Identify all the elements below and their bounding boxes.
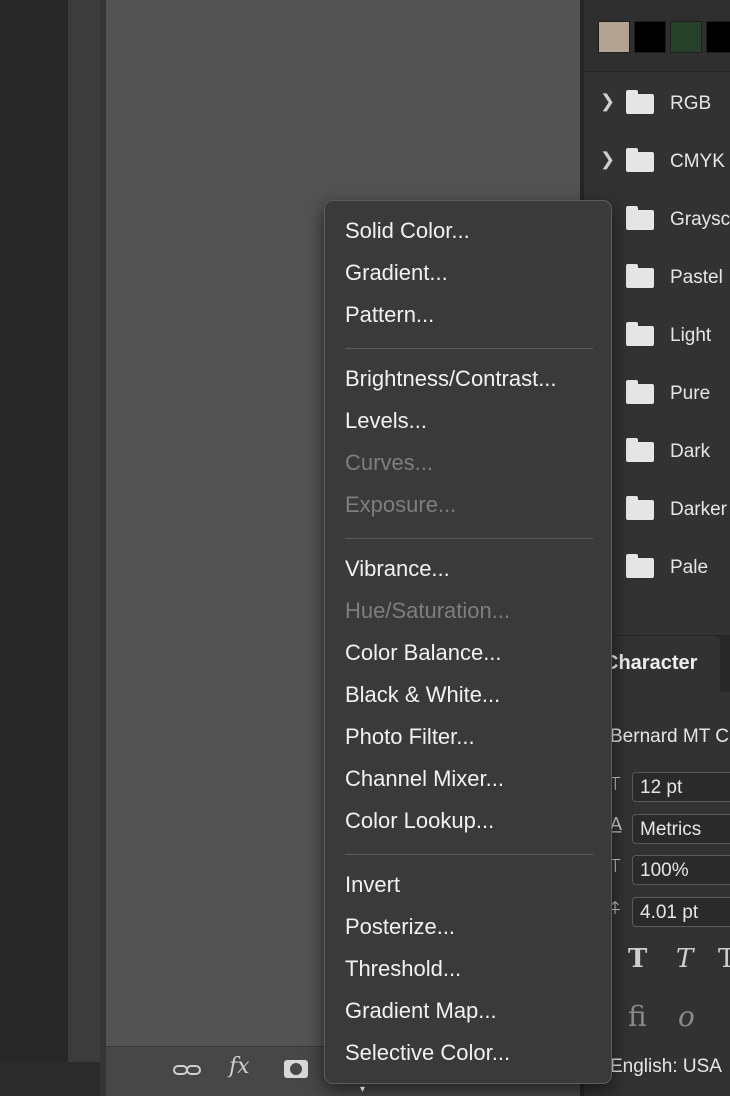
- menu-item: Curves...: [345, 450, 434, 475]
- chevron-right-icon[interactable]: ❯: [600, 91, 615, 112]
- bold-style-button[interactable]: T: [628, 944, 647, 974]
- menu-separator: [345, 854, 593, 855]
- add-mask-icon[interactable]: [284, 1060, 308, 1078]
- swatch-1[interactable]: [598, 21, 630, 53]
- link-layers-icon[interactable]: [172, 1060, 202, 1080]
- tab-character[interactable]: Character: [598, 636, 720, 692]
- adjustment-layer-menu: Solid Color... Gradient... Pattern... Brigh…: [324, 200, 612, 1084]
- swatch-group-label: RGB: [670, 93, 712, 114]
- italic-style-button[interactable]: T: [676, 944, 693, 974]
- left-panel-column: [68, 0, 100, 1062]
- discretionary-ligature-button[interactable]: o: [678, 1000, 695, 1033]
- menu-item: Exposure...: [345, 492, 457, 517]
- menu-item[interactable]: Gradient Map...: [345, 998, 497, 1024]
- swatch-group-label: Pale: [670, 557, 709, 578]
- menu-item[interactable]: Photo Filter...: [345, 724, 475, 750]
- swatch-group-label: Pastel: [670, 267, 723, 288]
- swatch-group-label: Dark: [670, 441, 711, 462]
- allcaps-style-button[interactable]: T: [718, 944, 730, 974]
- menu-item[interactable]: Color Lookup...: [345, 808, 494, 834]
- ligature-button[interactable]: fi: [628, 1000, 647, 1033]
- swatch-group-label: CMYK: [670, 151, 725, 172]
- font-size-field[interactable]: 12 pt: [632, 772, 730, 802]
- folder-icon: [626, 554, 654, 578]
- menu-item[interactable]: Pattern...: [345, 302, 434, 328]
- folder-icon: [626, 322, 654, 346]
- folder-icon: [626, 380, 654, 404]
- menu-item[interactable]: Vibrance...: [345, 556, 450, 582]
- swatch-group-label: Light: [670, 325, 712, 346]
- swatch-group-label: Graysc: [670, 209, 730, 230]
- kerning-field[interactable]: Metrics: [632, 814, 730, 844]
- menu-item[interactable]: Solid Color...: [345, 218, 470, 244]
- language-select[interactable]: English: USA: [610, 1056, 722, 1078]
- swatch-group-label: Darker: [670, 499, 728, 520]
- swatch-2[interactable]: [634, 21, 666, 53]
- left-bottom-area: [0, 1062, 100, 1096]
- menu-item[interactable]: Posterize...: [345, 914, 455, 940]
- menu-separator: [345, 538, 593, 539]
- menu-separator: [345, 348, 593, 349]
- menu-item[interactable]: Selective Color...: [345, 1040, 510, 1066]
- swatch-4[interactable]: [706, 21, 730, 53]
- folder-icon: [626, 496, 654, 520]
- swatch-group-row[interactable]: ❯ RGB: [584, 74, 730, 132]
- menu-item[interactable]: Gradient...: [345, 260, 448, 286]
- menu-item[interactable]: Brightness/Contrast...: [345, 366, 557, 392]
- menu-item[interactable]: Invert: [345, 872, 400, 898]
- menu-item: Hue/Saturation...: [345, 598, 511, 623]
- menu-item[interactable]: Channel Mixer...: [345, 766, 504, 792]
- baseline-shift-field[interactable]: 4.01 pt: [632, 897, 730, 927]
- folder-icon: [626, 148, 654, 172]
- folder-icon: [626, 264, 654, 288]
- vertical-scale-field[interactable]: 100%: [632, 855, 730, 885]
- menu-item[interactable]: Threshold...: [345, 956, 461, 982]
- font-family-select[interactable]: Bernard MT C: [610, 726, 729, 748]
- folder-icon: [626, 206, 654, 230]
- swatch-group-row[interactable]: ❯ CMYK: [584, 132, 730, 190]
- folder-icon: [626, 438, 654, 462]
- chevron-right-icon[interactable]: ❯: [600, 149, 615, 170]
- swatch-group-label: Pure: [670, 383, 711, 404]
- layer-effects-icon[interactable]: fx: [229, 1054, 250, 1079]
- menu-item[interactable]: Black & White...: [345, 682, 500, 708]
- menu-item[interactable]: Color Balance...: [345, 640, 502, 666]
- folder-icon: [626, 90, 654, 114]
- tab-character-label: Character: [604, 652, 698, 674]
- swatches-recent-bar: [584, 0, 730, 72]
- left-toolbar-area: [0, 0, 68, 1062]
- swatch-3[interactable]: [670, 21, 702, 53]
- menu-item[interactable]: Levels...: [345, 408, 427, 434]
- menu-anchor-caret: ▾: [360, 1084, 366, 1095]
